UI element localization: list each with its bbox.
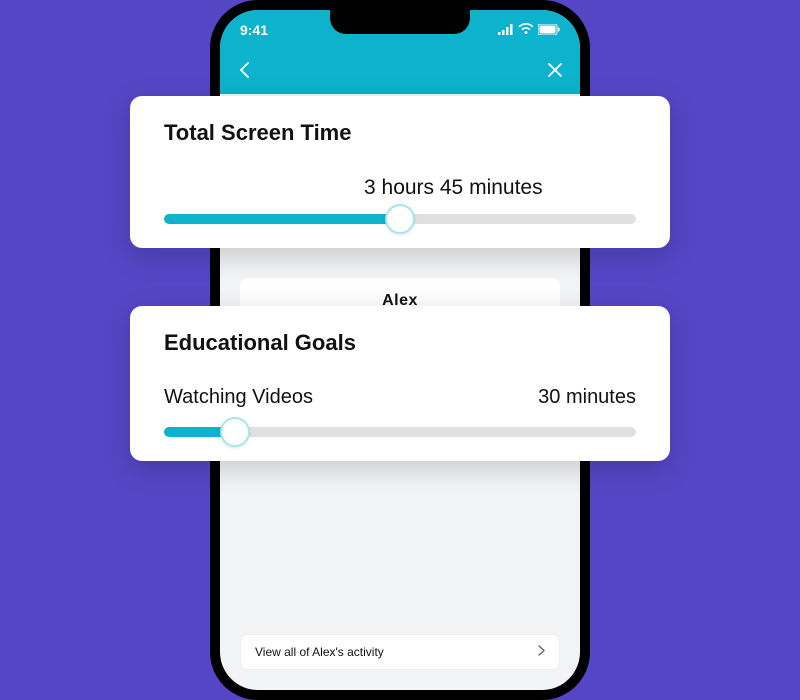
phone-notch	[330, 10, 470, 34]
back-button[interactable]	[236, 61, 254, 84]
screen-time-title: Total Screen Time	[164, 120, 636, 146]
screen-time-slider[interactable]	[164, 214, 636, 224]
status-time: 9:41	[240, 22, 268, 38]
close-button[interactable]	[546, 61, 564, 84]
educational-subcategory: Watching Videos	[164, 386, 313, 409]
wifi-icon	[518, 22, 534, 38]
battery-icon	[538, 22, 560, 38]
close-icon	[546, 61, 564, 79]
chevron-left-icon	[236, 61, 254, 79]
view-activity-label: View all of Alex's activity	[255, 645, 384, 659]
educational-title: Educational Goals	[164, 330, 636, 356]
slider-fill	[164, 214, 400, 224]
educational-value: 30 minutes	[538, 386, 636, 409]
educational-slider[interactable]	[164, 427, 636, 437]
slider-thumb[interactable]	[220, 417, 250, 447]
status-indicators	[498, 22, 560, 38]
signal-icon	[498, 22, 514, 38]
educational-goals-card: Educational Goals Watching Videos 30 min…	[130, 306, 670, 461]
chevron-right-icon	[538, 645, 545, 659]
screen-time-value: 3 hours 45 minutes	[164, 176, 636, 200]
total-screen-time-card: Total Screen Time 3 hours 45 minutes	[130, 96, 670, 248]
view-activity-link[interactable]: View all of Alex's activity	[240, 634, 560, 670]
slider-thumb[interactable]	[385, 204, 415, 234]
nav-bar	[220, 50, 580, 94]
